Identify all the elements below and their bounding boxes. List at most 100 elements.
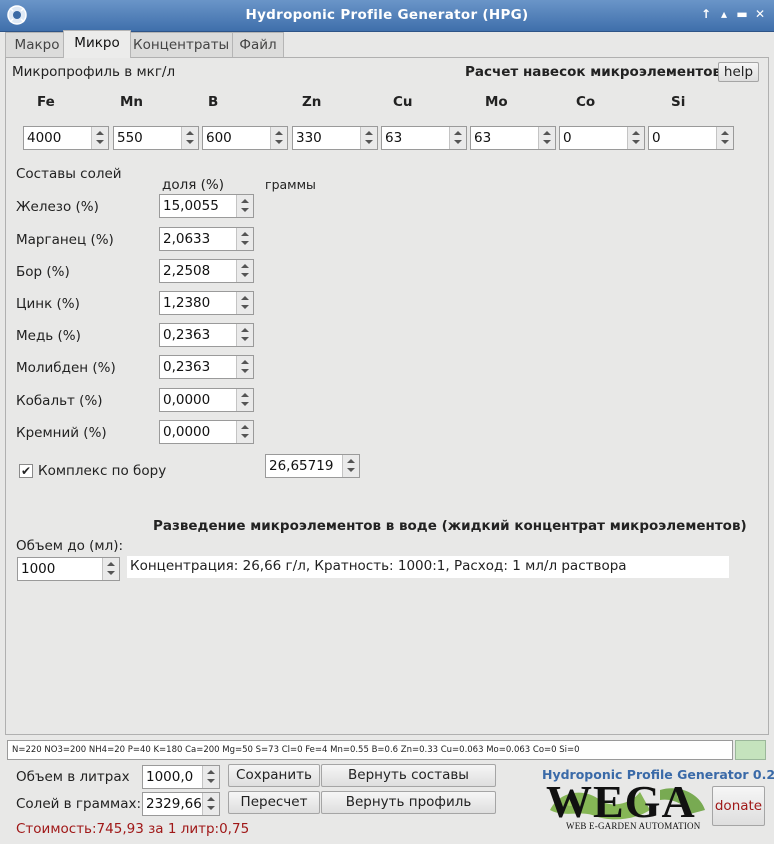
element-header-zn: Zn <box>302 94 322 110</box>
fe-spinbox[interactable]: 4000 <box>23 126 109 150</box>
profile-status-line[interactable]: N=220 NO3=200 NH4=20 P=40 K=180 Ca=200 M… <box>7 740 733 760</box>
share-column-header: доля (%) <box>162 177 224 193</box>
restore-profile-button[interactable]: Вернуть профиль <box>321 791 496 814</box>
spin-arrows-icon[interactable] <box>538 127 555 149</box>
shade-icon[interactable]: ▴ <box>716 7 732 21</box>
spin-arrows-icon[interactable] <box>236 324 253 346</box>
salt-copper-spinbox[interactable]: 0,2363 <box>159 323 254 347</box>
spin-arrows-icon[interactable] <box>627 127 644 149</box>
spin-arrows-icon[interactable] <box>270 127 287 149</box>
salts-title: Составы солей <box>16 166 122 182</box>
total-spinbox[interactable]: 26,65719 <box>265 454 360 478</box>
mo-spinbox[interactable]: 63 <box>470 126 556 150</box>
salt-zinc-value: 1,2380 <box>163 295 211 311</box>
salt-cobalt-value: 0,0000 <box>163 392 211 408</box>
complex-boron-checkbox[interactable]: ✔ <box>19 464 33 478</box>
dilution-result-field[interactable]: Концентрация: 26,66 г/л, Кратность: 1000… <box>127 556 729 578</box>
zn-spinbox[interactable]: 330 <box>292 126 378 150</box>
salt-manganese-value: 2,0633 <box>163 231 211 247</box>
micro-panel <box>5 57 769 735</box>
keep-above-icon[interactable]: ↑ <box>698 7 714 21</box>
salt-iron-value: 15,0055 <box>163 198 219 214</box>
salt-cobalt-spinbox[interactable]: 0,0000 <box>159 388 254 412</box>
element-header-cu: Cu <box>393 94 413 110</box>
co-spinbox[interactable]: 0 <box>559 126 645 150</box>
salt-label-silicon: Кремний (%) <box>16 425 107 441</box>
b-value: 600 <box>206 130 232 146</box>
recalc-button[interactable]: Пересчет <box>228 791 320 814</box>
salt-label-molybdenum: Молибден (%) <box>16 360 116 376</box>
spin-arrows-icon[interactable] <box>236 195 253 217</box>
spin-arrows-icon[interactable] <box>716 127 733 149</box>
spin-arrows-icon[interactable] <box>449 127 466 149</box>
salt-manganese-spinbox[interactable]: 2,0633 <box>159 227 254 251</box>
liters-spinbox[interactable]: 1000,0 <box>142 765 220 789</box>
element-header-si: Si <box>671 94 686 110</box>
grams-spinbox[interactable]: 2329,66 <box>142 792 220 816</box>
b-spinbox[interactable]: 600 <box>202 126 288 150</box>
si-spinbox[interactable]: 0 <box>648 126 734 150</box>
salt-label-zinc: Цинк (%) <box>16 296 80 312</box>
mo-value: 63 <box>474 130 492 146</box>
zn-value: 330 <box>296 130 322 146</box>
spin-arrows-icon[interactable] <box>236 228 253 250</box>
spin-arrows-icon[interactable] <box>236 389 253 411</box>
mn-spinbox[interactable]: 550 <box>113 126 199 150</box>
wega-logo-text: WEGA <box>546 776 696 827</box>
salt-label-copper: Медь (%) <box>16 328 81 344</box>
spin-arrows-icon[interactable] <box>102 558 119 580</box>
spin-arrows-icon[interactable] <box>236 292 253 314</box>
tab-file[interactable]: Файл <box>232 32 284 58</box>
wega-logo-subtext: WEB E-GARDEN AUTOMATION <box>566 821 701 831</box>
salt-copper-value: 0,2363 <box>163 327 211 343</box>
element-header-fe: Fe <box>37 94 55 110</box>
status-indicator[interactable] <box>735 740 766 760</box>
minimize-icon[interactable]: ▬ <box>734 7 750 21</box>
element-header-mn: Mn <box>120 94 144 110</box>
spin-arrows-icon[interactable] <box>236 260 253 282</box>
cu-value: 63 <box>385 130 403 146</box>
salt-boron-spinbox[interactable]: 2,2508 <box>159 259 254 283</box>
salt-iron-spinbox[interactable]: 15,0055 <box>159 194 254 218</box>
tab-concentrates[interactable]: Концентраты <box>126 32 235 58</box>
cu-spinbox[interactable]: 63 <box>381 126 467 150</box>
spin-arrows-icon[interactable] <box>181 127 198 149</box>
co-value: 0 <box>563 130 572 146</box>
liters-label: Объем в литрах <box>16 769 130 785</box>
grams-label: Солей в граммах: <box>16 796 142 812</box>
tab-macro[interactable]: Макро <box>5 32 69 58</box>
donate-button[interactable]: donate <box>712 786 765 826</box>
complex-boron-label: Комплекс по бору <box>38 463 167 479</box>
dilution-title: Разведение микроэлементов в воде (жидкий… <box>153 518 747 534</box>
close-icon[interactable]: ✕ <box>752 7 768 21</box>
volume-label: Объем до (мл): <box>16 538 124 554</box>
calc-title: Расчет навесок микроэлементов <box>465 64 722 80</box>
spin-arrows-icon[interactable] <box>202 793 219 815</box>
salt-boron-value: 2,2508 <box>163 263 211 279</box>
grams-column-header: граммы <box>265 177 316 192</box>
salt-label-boron: Бор (%) <box>16 264 70 280</box>
save-button[interactable]: Сохранить <box>228 764 320 787</box>
volume-spinbox[interactable]: 1000 <box>17 557 120 581</box>
salt-zinc-spinbox[interactable]: 1,2380 <box>159 291 254 315</box>
element-header-mo: Mo <box>485 94 508 110</box>
salt-molybdenum-value: 0,2363 <box>163 359 211 375</box>
restore-compositions-button[interactable]: Вернуть составы <box>321 764 496 787</box>
spin-arrows-icon[interactable] <box>360 127 377 149</box>
spin-arrows-icon[interactable] <box>91 127 108 149</box>
volume-value: 1000 <box>21 561 56 577</box>
window-title: Hydroponic Profile Generator (HPG) <box>245 7 529 23</box>
tab-micro[interactable]: Микро <box>63 30 131 58</box>
help-button[interactable]: help <box>718 62 759 82</box>
salt-silicon-spinbox[interactable]: 0,0000 <box>159 420 254 444</box>
spin-arrows-icon[interactable] <box>236 421 253 443</box>
spin-arrows-icon[interactable] <box>202 766 219 788</box>
element-header-co: Co <box>576 94 596 110</box>
salt-molybdenum-spinbox[interactable]: 0,2363 <box>159 355 254 379</box>
spin-arrows-icon[interactable] <box>342 455 359 477</box>
total-value: 26,65719 <box>269 458 334 474</box>
cost-text: Стоимость:745,93 за 1 литр:0,75 <box>16 821 250 837</box>
mn-value: 550 <box>117 130 143 146</box>
spin-arrows-icon[interactable] <box>236 356 253 378</box>
salt-label-cobalt: Кобальт (%) <box>16 393 103 409</box>
